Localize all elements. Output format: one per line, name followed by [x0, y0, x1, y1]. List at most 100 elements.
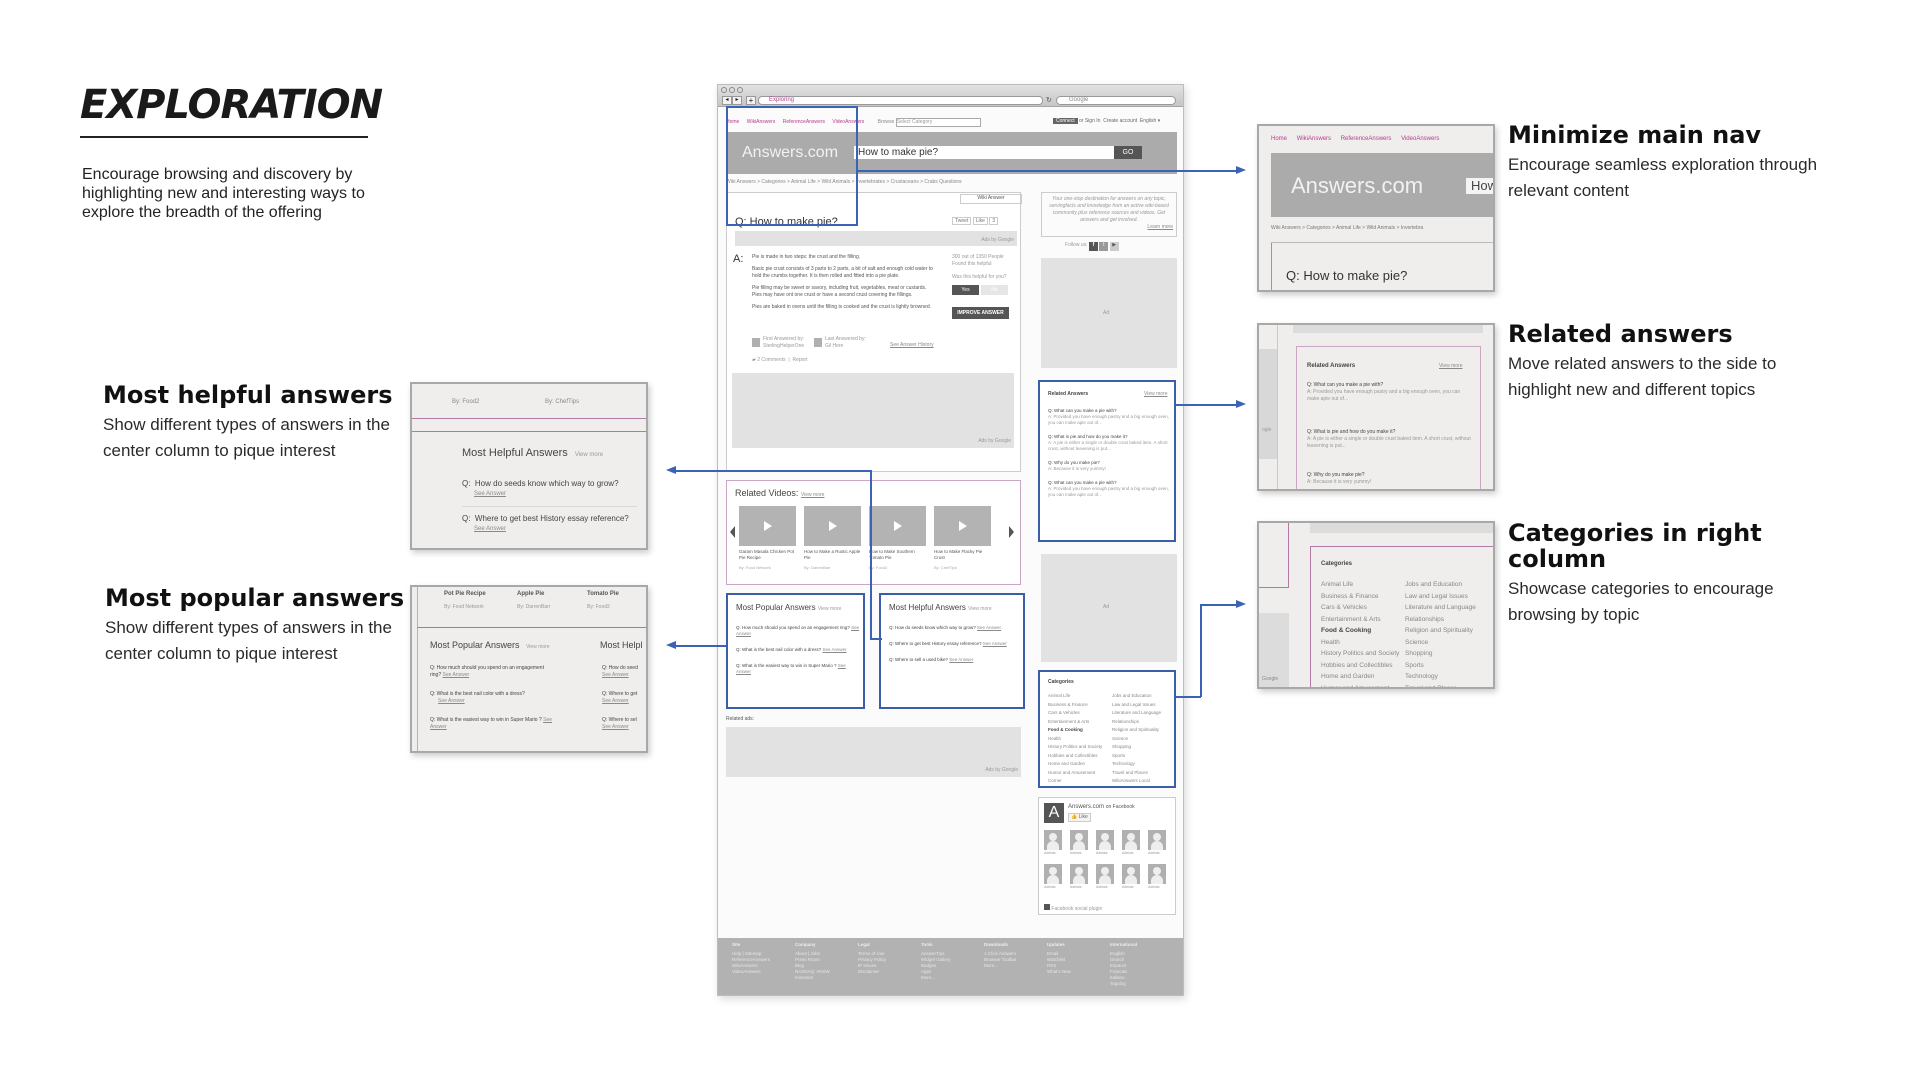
- view-more-link[interactable]: View more: [1439, 363, 1463, 370]
- question-link[interactable]: Q: What is the best nail color with a dr…: [736, 647, 823, 652]
- see-answer-link[interactable]: See Answer: [823, 647, 847, 652]
- see-answer-link[interactable]: See Answer: [474, 526, 506, 532]
- category-link[interactable]: Jobs and Education: [1112, 692, 1161, 701]
- youtube-icon[interactable]: ▶: [1109, 242, 1119, 251]
- category-link[interactable]: Relationships: [1405, 614, 1476, 626]
- language-select[interactable]: English ▾: [1140, 118, 1160, 124]
- category-link[interactable]: Cars & Vehicles: [1321, 602, 1399, 614]
- category-link[interactable]: Food & Cooking: [1321, 625, 1399, 637]
- facebook-connect-button[interactable]: Connect: [1053, 118, 1078, 124]
- video-title[interactable]: How to Make a Rustic Apple Pie: [804, 549, 864, 561]
- view-more-link[interactable]: View more: [1144, 391, 1168, 398]
- close-window-button[interactable]: [721, 87, 727, 93]
- see-answer-link[interactable]: See Answer: [977, 625, 1001, 630]
- category-link[interactable]: Literature and Language: [1405, 602, 1476, 614]
- view-more-link[interactable]: View more: [526, 644, 550, 650]
- see-answer-link[interactable]: See Answer: [983, 641, 1007, 646]
- facebook-fan[interactable]: Adelais: [1044, 830, 1066, 857]
- category-link[interactable]: Law and Legal Issues: [1112, 701, 1161, 710]
- footer-link[interactable]: More...: [921, 975, 981, 981]
- category-link[interactable]: Health: [1048, 735, 1102, 744]
- search-go-button[interactable]: GO: [1114, 146, 1142, 159]
- category-link[interactable]: Health: [1321, 637, 1399, 649]
- see-answer-link[interactable]: See Answer: [602, 698, 629, 704]
- category-link[interactable]: Hobbies and Collectibles: [1048, 752, 1102, 761]
- twitter-icon[interactable]: t: [1099, 242, 1109, 251]
- yes-button[interactable]: Yes: [952, 285, 979, 295]
- see-answer-link[interactable]: See Answer: [602, 672, 629, 678]
- category-link[interactable]: Technology: [1112, 760, 1161, 769]
- facebook-fan[interactable]: Adelais: [1070, 830, 1092, 857]
- answer-history-link[interactable]: See Answer History: [890, 342, 934, 349]
- search-input[interactable]: How to make pie?: [854, 146, 1114, 159]
- nav-videoanswers[interactable]: VideoAnswers: [1401, 136, 1439, 142]
- category-link[interactable]: Food & Cooking: [1048, 726, 1102, 735]
- question-link[interactable]: Q: Where to sell a used bike?: [889, 657, 949, 662]
- facebook-fan[interactable]: Adelais: [1148, 830, 1170, 857]
- question-link[interactable]: Q: How do seeds know which way to grow?: [889, 625, 977, 630]
- nav-home[interactable]: Home: [1271, 136, 1287, 142]
- footer-link[interactable]: Investors: [795, 975, 855, 981]
- video-thumbnail[interactable]: [739, 506, 796, 546]
- category-link[interactable]: Jobs and Education: [1405, 579, 1476, 591]
- category-link[interactable]: Humor and Amusement: [1048, 769, 1102, 778]
- browser-search-input[interactable]: Google: [1056, 96, 1176, 105]
- category-link[interactable]: Relationships: [1112, 718, 1161, 727]
- question-link[interactable]: What is the best nail color with a dress…: [437, 691, 525, 697]
- category-select[interactable]: Select Category: [895, 118, 981, 127]
- facebook-fan[interactable]: Adelais: [1070, 864, 1092, 891]
- category-link[interactable]: Travel and Places: [1112, 769, 1161, 778]
- user-link[interactable]: SterlingHelperOne: [763, 343, 804, 349]
- see-answer-link[interactable]: See Answer: [438, 698, 465, 704]
- category-link[interactable]: Cars & Vehicles: [1048, 709, 1102, 718]
- category-link[interactable]: Entertainment & Arts: [1048, 718, 1102, 727]
- category-link[interactable]: Literature and Language: [1112, 709, 1161, 718]
- video-title[interactable]: How to Make Flacky Pie Crust: [934, 549, 994, 561]
- tab-wiki-answer[interactable]: Wiki Answer: [960, 194, 1022, 204]
- question-link[interactable]: Q: What is the easiest way to win in Sup…: [736, 663, 838, 668]
- user-link[interactable]: Gil Here: [825, 343, 843, 349]
- category-link[interactable]: Science: [1112, 735, 1161, 744]
- view-more-link[interactable]: View more: [818, 606, 842, 612]
- category-link[interactable]: Home and Garden: [1048, 760, 1102, 769]
- view-more-link[interactable]: View more: [968, 606, 992, 612]
- facebook-fan[interactable]: Adelais: [1148, 864, 1170, 891]
- forward-button[interactable]: ▸: [732, 96, 742, 105]
- like-button[interactable]: Like: [972, 217, 988, 225]
- learn-more-link[interactable]: Learn more: [1147, 224, 1173, 230]
- footer-link[interactable]: What's New: [1047, 969, 1107, 975]
- footer-link[interactable]: VideoAnswers: [732, 969, 792, 975]
- no-button[interactable]: No: [981, 285, 1008, 295]
- video-item[interactable]: How to Make Flacky Pie Crust By: ChefTips: [934, 506, 994, 571]
- facebook-fan[interactable]: Adelais: [1044, 864, 1066, 891]
- see-answer-link[interactable]: See Answer: [474, 491, 506, 497]
- create-account-link[interactable]: Create account: [1103, 118, 1137, 124]
- category-link[interactable]: Science: [1405, 637, 1476, 649]
- category-link[interactable]: Animal Life: [1048, 692, 1102, 701]
- video-item[interactable]: How to Make Southern Tomato Pie By: Food2: [869, 506, 929, 571]
- facebook-fan[interactable]: Adelais: [1096, 830, 1118, 857]
- facebook-like-button[interactable]: 👍 Like: [1068, 813, 1091, 822]
- question-link[interactable]: Q: How much should you spend on an engag…: [736, 625, 851, 630]
- category-link[interactable]: Entertainment & Arts: [1321, 614, 1399, 626]
- question-link[interactable]: Why do you make pie?: [1314, 472, 1365, 478]
- nav-referenceanswers[interactable]: ReferenceAnswers: [1341, 136, 1392, 142]
- tweet-button[interactable]: Tweet: [952, 217, 972, 225]
- back-button[interactable]: ◂: [722, 96, 732, 105]
- category-link[interactable]: Animal Life: [1321, 579, 1399, 591]
- view-more-link[interactable]: View more: [801, 492, 825, 498]
- video-title[interactable]: Garam Masala Chicken Pot Pie Recipe: [739, 549, 799, 561]
- category-link[interactable]: Hobbies and Collectibles: [1321, 660, 1399, 672]
- category-link[interactable]: Business & Finance: [1321, 591, 1399, 603]
- footer-link[interactable]: Disclaimer: [858, 969, 918, 975]
- facebook-fan[interactable]: Adelais: [1122, 830, 1144, 857]
- question-link[interactable]: How do seeds know which way to grow?: [475, 479, 619, 488]
- category-link[interactable]: Technology: [1405, 671, 1476, 683]
- category-link[interactable]: Humor and Amusement: [1321, 683, 1399, 688]
- category-link[interactable]: WikiAnswers Local: [1112, 777, 1161, 786]
- category-link[interactable]: Home and Garden: [1321, 671, 1399, 683]
- video-item[interactable]: How to Make a Rustic Apple Pie By: Darren…: [804, 506, 864, 571]
- category-link[interactable]: Religion and Spirituality: [1112, 726, 1161, 735]
- see-answer-link[interactable]: See Answer: [949, 657, 973, 662]
- carousel-prev-icon[interactable]: [730, 526, 735, 538]
